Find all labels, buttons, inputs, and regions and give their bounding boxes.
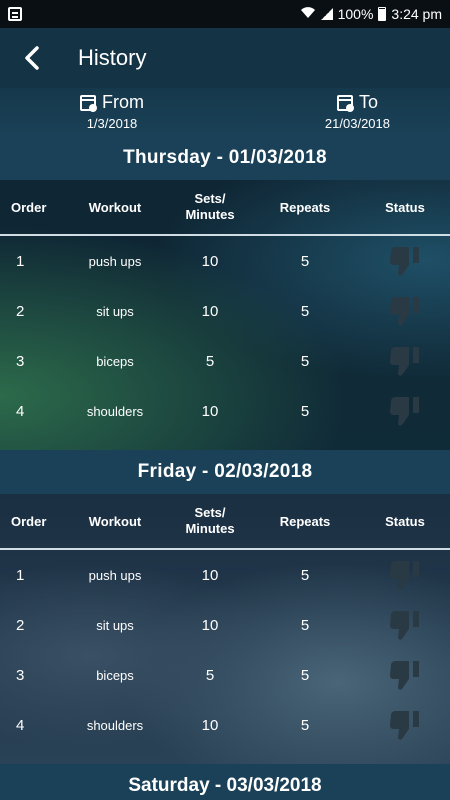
workout-cell: shoulders <box>86 717 144 733</box>
table-row: 2 sit ups 10 5 <box>0 286 450 336</box>
page-title: History <box>78 45 147 70</box>
thumbs-down-icon[interactable] <box>360 243 450 279</box>
repeats-cell: 5 <box>300 252 310 270</box>
day-header: Thursday - 01/03/2018 <box>0 136 450 180</box>
order-cell: 1 <box>16 566 25 584</box>
table-row: 1 push ups 10 5 <box>0 236 450 286</box>
table-row: 1 push ups 10 5 <box>0 550 450 600</box>
thumbs-down-icon[interactable] <box>360 343 450 379</box>
sets-cell: 10 <box>201 616 219 634</box>
status-time: 3:24 pm <box>391 6 442 22</box>
to-date[interactable]: To 21/03/2018 <box>325 92 390 136</box>
order-cell: 3 <box>16 352 25 370</box>
from-date[interactable]: From 1/3/2018 <box>80 92 144 136</box>
thumbs-down-icon[interactable] <box>360 657 450 693</box>
from-value: 1/3/2018 <box>86 116 138 131</box>
to-label: To <box>358 92 378 112</box>
day-header: Friday - 02/03/2018 <box>0 450 450 494</box>
repeats-cell: 5 <box>300 666 310 684</box>
repeats-cell: 5 <box>300 616 310 634</box>
order-cell: 2 <box>16 616 25 634</box>
sets-cell: 5 <box>205 352 215 370</box>
battery-icon <box>378 7 387 21</box>
workout-cell: sit ups <box>96 617 134 633</box>
calendar-icon <box>336 94 354 112</box>
signal-icon <box>320 8 333 20</box>
table-row: 4 shoulders 10 5 <box>0 386 450 436</box>
col-sets-line1: Sets/ <box>194 190 226 206</box>
calendar-icon <box>80 94 97 112</box>
thumbs-down-icon[interactable] <box>360 293 450 329</box>
wifi-icon <box>300 6 316 22</box>
workout-cell: biceps <box>96 667 134 683</box>
table-header: Order Workout Sets/Minutes Repeats Statu… <box>0 180 450 236</box>
battery-level: 100% <box>337 6 374 22</box>
repeats-cell: 5 <box>300 302 310 320</box>
from-label: From <box>102 92 144 112</box>
repeats-cell: 5 <box>300 716 310 734</box>
col-sets: Sets/Minutes <box>170 505 250 538</box>
col-sets: Sets/Minutes <box>170 191 250 224</box>
day-section: Order Workout Sets/Minutes Repeats Statu… <box>0 180 450 450</box>
table-row: 2 sit ups 10 5 <box>0 600 450 650</box>
table-header: Order Workout Sets/Minutes Repeats Statu… <box>0 494 450 550</box>
col-sets-line2: Minutes <box>185 521 235 536</box>
workout-cell: push ups <box>88 253 142 269</box>
workout-cell: push ups <box>88 567 142 583</box>
day-section: Order Workout Sets/Minutes Repeats Statu… <box>0 494 450 764</box>
col-status: Status <box>385 199 425 215</box>
repeats-cell: 5 <box>300 402 310 420</box>
order-cell: 4 <box>16 716 25 734</box>
workout-cell: sit ups <box>96 303 134 319</box>
status-bar: 100% 3:24 pm <box>0 0 450 28</box>
thumbs-down-icon[interactable] <box>360 393 450 429</box>
to-value: 21/03/2018 <box>324 116 390 131</box>
sets-cell: 5 <box>205 666 215 684</box>
col-order: Order <box>11 513 47 529</box>
col-repeats: Repeats <box>279 199 331 215</box>
order-cell: 1 <box>16 252 25 270</box>
col-sets-line1: Sets/ <box>194 504 226 520</box>
sets-cell: 10 <box>201 252 219 270</box>
sets-cell: 10 <box>201 302 219 320</box>
repeats-cell: 5 <box>300 352 310 370</box>
thumbs-down-icon[interactable] <box>360 607 450 643</box>
col-status: Status <box>385 513 425 529</box>
date-range: From 1/3/2018 To 21/03/2018 <box>0 88 450 136</box>
col-repeats: Repeats <box>279 513 331 529</box>
col-workout: Workout <box>88 513 142 529</box>
order-cell: 2 <box>16 302 25 320</box>
arrow-left-icon <box>25 46 39 70</box>
sets-cell: 10 <box>201 566 219 584</box>
thumbs-down-icon[interactable] <box>360 707 450 743</box>
notification-icon <box>8 7 22 21</box>
sets-cell: 10 <box>201 402 219 420</box>
sets-cell: 10 <box>201 716 219 734</box>
back-button[interactable] <box>18 44 46 72</box>
app-header: History <box>0 28 450 88</box>
col-sets-line2: Minutes <box>185 207 235 222</box>
col-workout: Workout <box>88 199 142 215</box>
table-row: 4 shoulders 10 5 <box>0 700 450 750</box>
order-cell: 4 <box>16 402 25 420</box>
thumbs-down-icon[interactable] <box>360 557 450 593</box>
repeats-cell: 5 <box>300 566 310 584</box>
day-header: Saturday - 03/03/2018 <box>0 764 450 800</box>
workout-cell: shoulders <box>86 403 144 419</box>
order-cell: 3 <box>16 666 25 684</box>
table-row: 3 biceps 5 5 <box>0 650 450 700</box>
col-order: Order <box>11 199 47 215</box>
workout-cell: biceps <box>96 353 134 369</box>
table-row: 3 biceps 5 5 <box>0 336 450 386</box>
